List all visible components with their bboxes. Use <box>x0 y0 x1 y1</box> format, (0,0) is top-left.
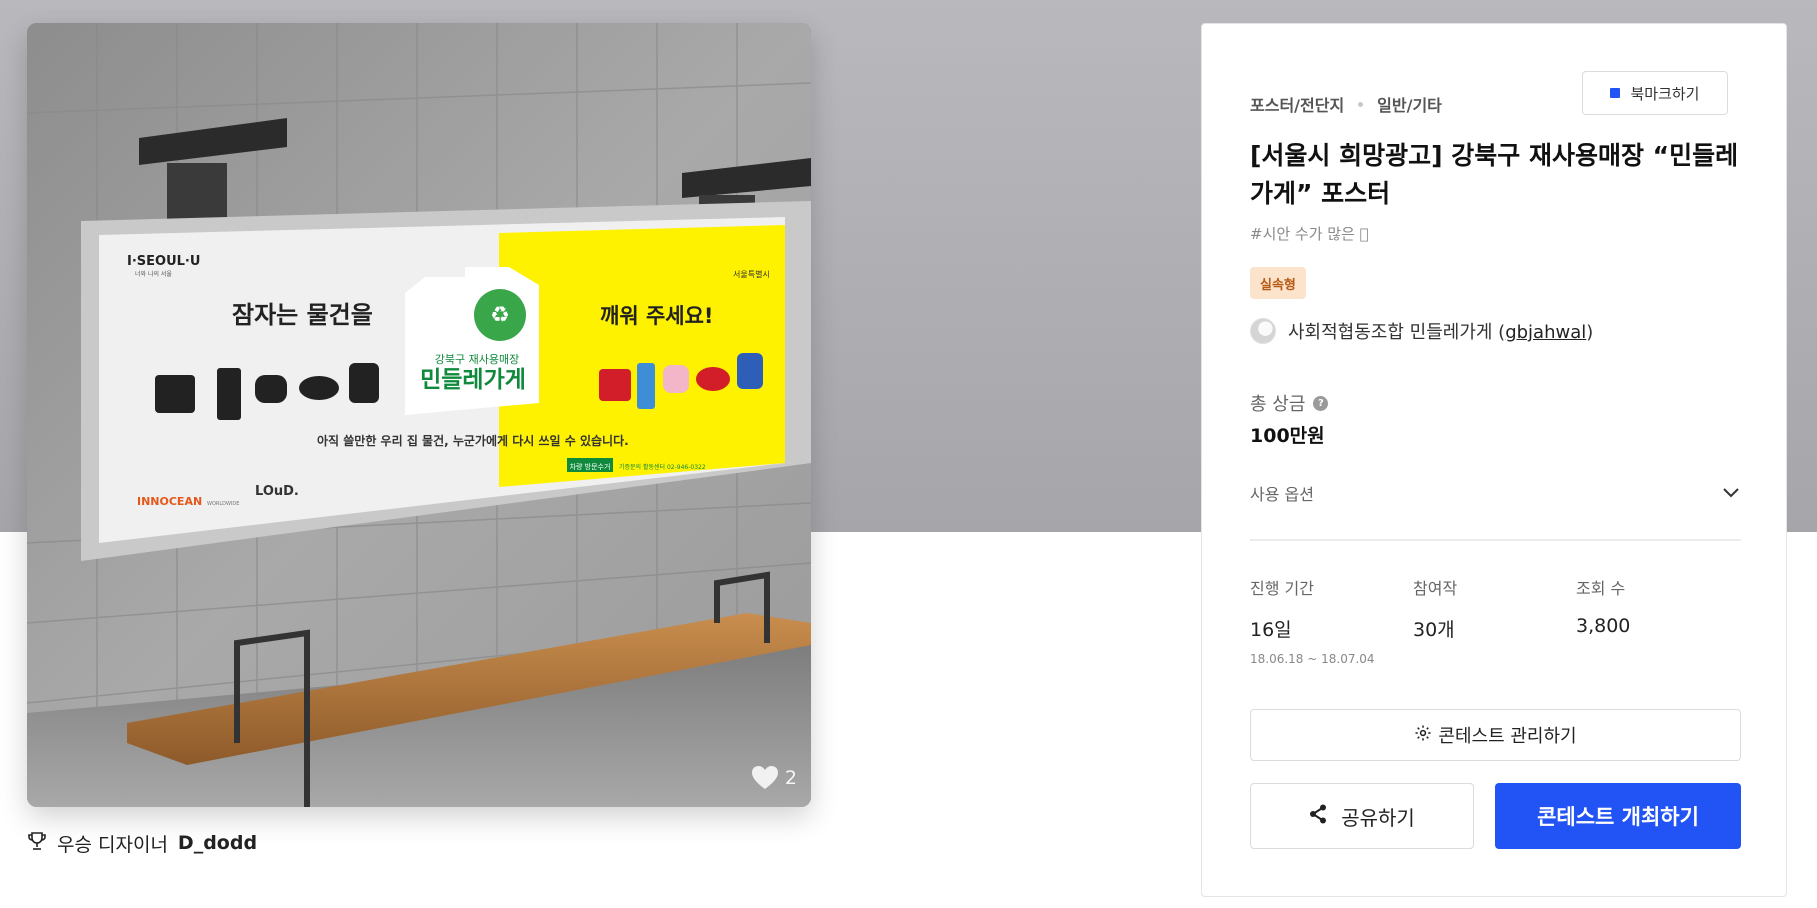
poster-sponsor-2: LOuD. <box>255 484 299 499</box>
trophy-icon <box>27 831 47 856</box>
like-counter[interactable]: 2 <box>751 765 797 791</box>
prize-label-row: 총 상금 ? <box>1250 390 1329 416</box>
host-info[interactable]: 사회적협동조합 민들레가게 (gbjahwal) <box>1250 318 1593 344</box>
package-badge: 실속형 <box>1250 267 1306 299</box>
poster-mockup-illustration: ♻ 강북구 재사용매장 민들레가게 I·SEOUL·U 너와 나의 서울 잠자는… <box>27 23 811 807</box>
contest-stats: 진행 기간 16일 18.06.18 ~ 18.07.04 참여작 30개 조회… <box>1250 575 1741 666</box>
stat-label: 참여작 <box>1413 579 1458 598</box>
share-label: 공유하기 <box>1341 805 1415 830</box>
stat-value: 30개 <box>1413 619 1455 641</box>
category-secondary[interactable]: 일반/기타 <box>1377 92 1442 116</box>
poster-sponsor-1: INNOCEAN <box>137 495 202 508</box>
hashtag[interactable]: #시안 수가 많은 🏻 <box>1250 223 1369 244</box>
heart-icon <box>751 765 779 791</box>
usage-options-toggle[interactable]: 사용 옵션 <box>1250 476 1740 510</box>
category-breadcrumb: 포스터/전단지 일반/기타 <box>1250 92 1442 116</box>
bookmark-label: 북마크하기 <box>1630 84 1700 103</box>
host-username[interactable]: gbjahwal <box>1505 322 1586 343</box>
poster-body: 아직 쓸만한 우리 집 물건, 누군가에게 다시 쓰일 수 있습니다. <box>317 433 629 448</box>
stat-label: 진행 기간 <box>1250 579 1314 598</box>
contest-info-panel: 포스터/전단지 일반/기타 북마크하기 [서울시 희망광고] 강북구 재사용매장… <box>1201 23 1787 897</box>
host-name: 사회적협동조합 민들레가게 <box>1288 322 1493 343</box>
like-count: 2 <box>784 767 797 789</box>
bookmark-icon <box>1610 88 1621 98</box>
poster-contact: 기증문의 활동센터 02-946-0322 <box>619 463 706 471</box>
svg-text:♻: ♻ <box>490 303 510 328</box>
avatar <box>1250 318 1276 344</box>
winner-label: 우승 디자이너 <box>57 833 168 856</box>
stat-value: 16일 <box>1250 619 1292 641</box>
chevron-down-icon <box>1722 484 1740 503</box>
poster-logo-left-sub: 너와 나의 서울 <box>135 270 172 278</box>
poster-store-name: 민들레가게 <box>420 367 526 393</box>
category-primary[interactable]: 포스터/전단지 <box>1250 92 1344 116</box>
prize-label: 총 상금 <box>1250 394 1306 415</box>
gear-icon <box>1414 724 1432 747</box>
share-button[interactable]: 공유하기 <box>1250 783 1474 849</box>
bookmark-button[interactable]: 북마크하기 <box>1582 71 1728 115</box>
stat-value: 3,800 <box>1576 615 1631 637</box>
share-icon <box>1309 804 1327 829</box>
poster-logo-right: 서울특별시 <box>733 269 770 279</box>
poster-headline-left: 잠자는 물건을 <box>232 301 373 329</box>
prize-value: 100만원 <box>1250 425 1325 447</box>
contest-image[interactable]: ♻ 강북구 재사용매장 민들레가게 I·SEOUL·U 너와 나의 서울 잠자는… <box>27 23 811 807</box>
contest-title: [서울시 희망광고] 강북구 재사용매장 “민들레가게” 포스터 <box>1250 141 1739 208</box>
stat-views: 조회 수 3,800 <box>1576 575 1739 666</box>
category-separator <box>1358 101 1364 107</box>
poster-sponsor-1-sub: WORLDWIDE <box>207 501 239 507</box>
divider <box>1250 539 1741 541</box>
usage-options-label: 사용 옵션 <box>1250 485 1314 504</box>
manage-contest-button[interactable]: 콘테스트 관리하기 <box>1250 709 1741 761</box>
host-contest-button[interactable]: 콘테스트 개최하기 <box>1495 783 1741 849</box>
stat-date-range: 18.06.18 ~ 18.07.04 <box>1250 652 1375 666</box>
poster-store-sub: 강북구 재사용매장 <box>435 353 519 366</box>
winner-name[interactable]: D_dodd <box>178 832 257 854</box>
poster-tag: 차량 방문수거 <box>570 462 611 471</box>
manage-contest-label: 콘테스트 관리하기 <box>1438 726 1577 747</box>
stat-label: 조회 수 <box>1576 579 1626 598</box>
poster-logo-left: I·SEOUL·U <box>127 254 200 269</box>
stat-duration: 진행 기간 16일 18.06.18 ~ 18.07.04 <box>1250 575 1413 666</box>
poster-headline-right: 깨워 주세요! <box>600 304 714 328</box>
stat-entries: 참여작 30개 <box>1413 575 1576 666</box>
help-icon[interactable]: ? <box>1313 395 1329 411</box>
winner-designer: 우승 디자이너 D_dodd <box>27 829 257 857</box>
